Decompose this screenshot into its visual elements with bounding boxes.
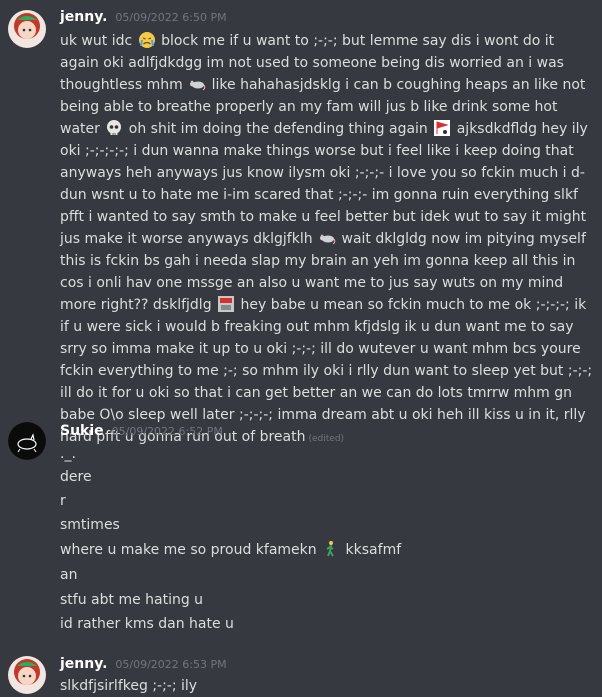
avatar[interactable] [8,656,46,694]
skull-icon [107,120,122,135]
exit-sign-icon [218,296,235,312]
username[interactable]: Sukie [60,423,104,439]
avatar[interactable] [8,422,46,460]
avatar[interactable] [8,10,46,48]
message-text: uk wut idc [60,33,133,49]
message-text: where u make me so proud kfamekn [60,542,317,558]
message-text: oh shit im doing the defending thing aga… [128,121,428,137]
message-text: kksafmf [345,542,402,558]
timestamp: 05/09/2022 6:52 PM [111,425,223,438]
rat-icon [190,80,206,91]
username[interactable]: jenny. [60,656,107,672]
message-text: stfu abt me hating u [60,592,204,608]
username[interactable]: jenny. [60,9,107,25]
message-text: id rather kms dan hate u [60,616,234,632]
message-text: dere [60,469,92,485]
timestamp: 05/09/2022 6:53 PM [115,658,227,671]
rat-icon [320,234,336,245]
flag-sticker-icon [434,120,451,136]
timestamp: 05/09/2022 6:50 PM [115,11,227,24]
message-content: where u make me so proud kfamekn kksafmf [60,539,401,561]
message-text: ._. [60,446,76,462]
message-text: smtimes [60,517,120,533]
message-text: an [60,567,78,583]
edited-label: (edited) [308,434,345,444]
message-content: uk wut idc block me if u want to ;-;-; b… [60,30,595,450]
message-text: slkdfjsirlfkeg ;-;-; ily [60,678,198,694]
message-text: r [60,493,66,509]
walking-person-icon [326,541,334,557]
crying-face-icon [138,32,155,48]
